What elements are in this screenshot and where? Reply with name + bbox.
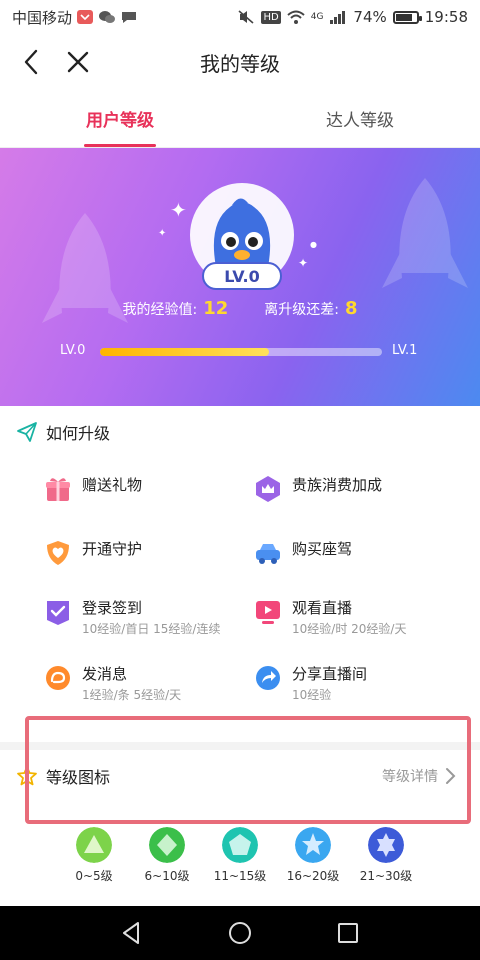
car-icon [256, 544, 280, 564]
exp-item: 我的经验值: 12 [122, 298, 228, 319]
upgrade-item-title: 分享直播间 [292, 665, 368, 683]
upgrade-item-noble[interactable]: 贵族消费加成 [254, 475, 382, 503]
exp-progress-bar [100, 348, 382, 356]
network-type: 4G [310, 12, 324, 22]
play-tv-icon [256, 601, 280, 624]
progress-end-label: LV.1 [392, 343, 418, 358]
nav-bar: 我的等级 [0, 34, 480, 90]
upgrade-item-message[interactable]: 发消息 1经验/条 5经验/天 [44, 664, 181, 704]
upgrade-item-detail: 10经验/首日 15经验/连续 [82, 622, 221, 636]
level-range-label: 16~20级 [286, 869, 340, 883]
upgrade-section-title: 如何升级 [46, 424, 111, 443]
upgrade-item-detail: 10经验 [292, 688, 332, 702]
clock: 19:58 [424, 8, 468, 26]
level-range-label: 11~15级 [213, 869, 267, 883]
sparkle-icon: ✦ [298, 256, 309, 270]
nav-back-triangle-icon[interactable] [118, 919, 146, 947]
level-icon-item[interactable]: 0~5级 [64, 827, 124, 884]
level-icon-item[interactable]: 16~20级 [283, 827, 343, 884]
nav-recents-square-icon[interactable] [334, 919, 362, 947]
sparkle-icon: ✦ [170, 198, 187, 222]
upgrade-item-watch[interactable]: 观看直播 10经验/时 20经验/天 [254, 598, 406, 638]
upgrade-item-title: 观看直播 [292, 599, 353, 617]
sparkle-icon: ✦ [158, 228, 167, 239]
upgrade-section-header: 如何升级 [16, 420, 110, 444]
paper-plane-icon [17, 422, 37, 442]
battery-icon [392, 10, 422, 24]
upgrade-item-gift[interactable]: 赠送礼物 [44, 475, 142, 503]
level-range-label: 21~30级 [359, 869, 413, 883]
carrier-name: 中国移动 [12, 8, 73, 27]
upgrade-item-checkin[interactable]: 登录签到 10经验/首日 15经验/连续 [44, 598, 220, 638]
hexagram-level-icon [368, 827, 404, 863]
upgrade-item-title: 贵族消费加成 [292, 476, 383, 494]
upgrade-item-detail: 10经验/时 20经验/天 [292, 622, 407, 636]
upgrade-item-title: 开通守护 [82, 540, 143, 558]
diamond-level-icon [149, 827, 185, 863]
level-icon-item[interactable]: 6~10级 [137, 827, 197, 884]
remaining-value: 8 [344, 298, 358, 319]
status-bar: 中国移动 HD 4G 74% 19:58 [0, 0, 480, 34]
close-icon[interactable] [62, 46, 94, 78]
star-level-icon [295, 827, 331, 863]
pentagon-level-icon [222, 827, 258, 863]
share-icon [256, 666, 280, 690]
sparkle-icon: ● [310, 240, 317, 249]
back-arrow-icon[interactable] [16, 46, 48, 78]
progress-start-label: LV.0 [60, 343, 86, 358]
upgrade-item-share[interactable]: 分享直播间 10经验 [254, 664, 367, 704]
wechat-icon [98, 9, 116, 25]
nav-home-circle-icon[interactable] [226, 919, 254, 947]
triangle-level-icon [76, 827, 112, 863]
hd-badge: HD [261, 10, 281, 24]
system-navigation-bar [0, 906, 480, 960]
wifi-icon [287, 9, 305, 25]
signal-icon [329, 9, 347, 25]
level-icon-item[interactable]: 21~30级 [356, 827, 416, 884]
level-banner: ✦ ✦ ✦ ● LV.0 我的经验值: 12 离升级还差: 8 LV.0 LV.1 [0, 148, 480, 406]
upgrade-item-title: 登录签到 [82, 599, 143, 617]
level-icon-item[interactable]: 11~15级 [210, 827, 270, 884]
gift-icon [46, 478, 70, 501]
level-tabs: 用户等级 达人等级 [0, 90, 480, 148]
rocket-decoration-icon [42, 213, 128, 323]
level-range-label: 6~10级 [144, 869, 190, 883]
upgrade-item-title: 购买座驾 [292, 540, 353, 558]
highlight-box [25, 716, 471, 824]
remaining-label: 离升级还差: [264, 302, 339, 318]
mute-icon [237, 9, 255, 25]
tab-user-level[interactable]: 用户等级 [0, 90, 240, 147]
remaining-item: 离升级还差: 8 [264, 298, 357, 319]
level-range-label: 0~5级 [75, 869, 113, 883]
upgrade-item-guard[interactable]: 开通守护 [44, 539, 142, 567]
page-title: 我的等级 [200, 51, 280, 76]
checkin-icon [47, 601, 69, 625]
battery-percent: 74% [353, 8, 387, 26]
tab-creator-level[interactable]: 达人等级 [240, 90, 480, 147]
shield-heart-icon [47, 541, 69, 565]
message-icon [46, 666, 70, 690]
upgrade-item-car[interactable]: 购买座驾 [254, 539, 352, 567]
exp-summary: 我的经验值: 12 离升级还差: 8 [0, 298, 480, 319]
app-notification-icon [76, 9, 94, 25]
level-badge: LV.0 [202, 262, 282, 290]
upgrade-item-title: 赠送礼物 [82, 476, 143, 494]
exp-value: 12 [203, 298, 229, 319]
crown-icon [256, 476, 280, 502]
exp-progress-fill [100, 348, 270, 356]
upgrade-item-title: 发消息 [82, 665, 128, 683]
exp-label: 我的经验值: [122, 302, 198, 318]
chat-bubble-icon [120, 9, 138, 25]
upgrade-item-detail: 1经验/条 5经验/天 [82, 688, 182, 702]
